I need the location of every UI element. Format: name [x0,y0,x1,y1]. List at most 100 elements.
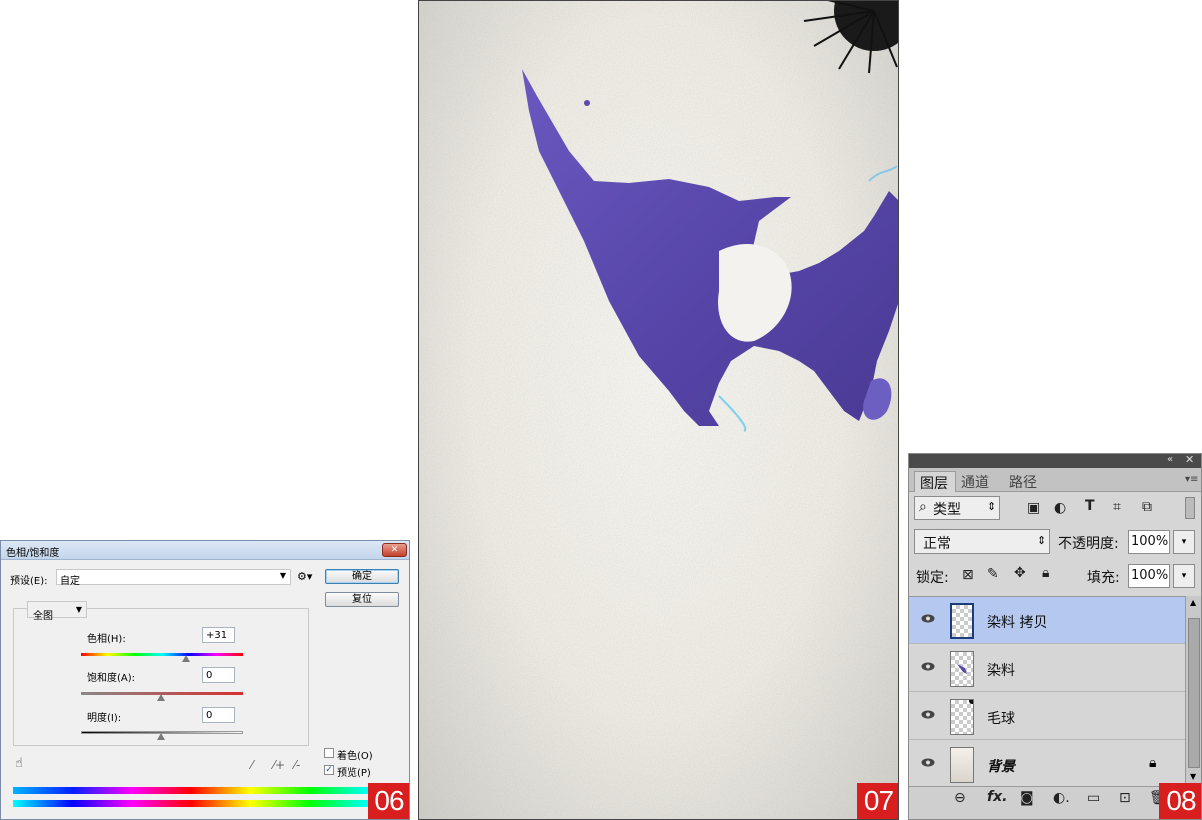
step-badge: 08 [1159,783,1201,819]
adjustment-layer-icon[interactable]: ◐. [1053,790,1070,806]
opacity-label: 不透明度: [1058,536,1119,552]
hue-input[interactable]: +31 [202,627,235,643]
reset-button[interactable]: 复位 [325,592,399,607]
preset-label: 预设(E): [10,576,48,587]
saturation-input[interactable]: 0 [202,667,235,683]
updown-icon: ⇕ [1037,534,1047,547]
gear-icon[interactable]: ⚙▾ [297,570,312,583]
fill-label: 填充: [1087,570,1120,586]
layer-list: 染料 拷贝 染料 毛球 背景 🔒︎ [909,596,1201,788]
tab-layers[interactable]: 图层 [914,471,956,492]
close-button[interactable]: ✕ [382,543,407,557]
hue-saturation-dialog: 色相/饱和度 ✕ 预设(E): 自定 ▼ ⚙▾ 确定 复位 全图 ▼ 色相(H)… [0,540,410,820]
ok-button[interactable]: 确定 [325,569,399,584]
input-color-bar [13,787,369,794]
fill-input[interactable]: 100% [1128,564,1170,588]
layer-name: 毛球 [987,711,1015,727]
visibility-eye-icon[interactable] [921,758,935,767]
filter-kind-value: 类型 [933,502,961,518]
visibility-eye-icon[interactable] [921,614,935,623]
document-canvas[interactable]: 07 [418,0,899,820]
layer-row[interactable]: 染料 [909,645,1185,692]
colorize-label: 着色(O) [337,751,373,762]
layer-row[interactable]: 背景 🔒︎ [909,741,1185,788]
layer-thumbnail [950,603,974,639]
saturation-slider-thumb[interactable] [157,694,165,701]
hue-slider-track[interactable] [81,653,243,656]
collapse-icon[interactable]: « [1167,454,1173,465]
blend-mode-value: 正常 [923,536,951,552]
eyedropper-minus-icon[interactable]: ⁄- [294,758,300,772]
adjustment-group [13,608,309,746]
add-mask-icon[interactable]: ◙ [1020,790,1034,806]
grain-texture [419,1,898,819]
layer-name: 背景 [987,759,1015,775]
search-icon: ⌕ [919,499,927,515]
hue-label: 色相(H): [87,634,126,645]
eyedropper-plus-icon[interactable]: ⁄+ [273,758,285,772]
layers-panel: « ✕ 图层 通道 路径 ▾≡ ⌕ 类型 ⇕ ▣ ◐ T ⌗ ⧉ 正常 ⇕ 不透… [908,453,1202,820]
channel-select[interactable]: 全图 ▼ [27,601,87,622]
layer-thumbnail [950,747,974,783]
output-color-bar [13,800,369,807]
lightness-input[interactable]: 0 [202,707,235,723]
preset-value: 自定 [60,576,80,587]
layer-thumbnail [950,699,974,735]
type-filter-icon[interactable]: T [1085,498,1095,514]
adjustment-filter-icon[interactable]: ◐ [1054,500,1066,516]
opacity-dropdown[interactable]: ▾ [1173,530,1195,554]
layer-thumbnail [950,651,974,687]
preview-label: 预览(P) [337,768,371,779]
lock-position-icon[interactable]: ✥ [1014,565,1026,581]
preview-checkbox[interactable]: ✓ [324,765,334,775]
lock-all-icon[interactable]: 🔒︎ [1042,565,1049,581]
scroll-thumb[interactable] [1188,618,1200,768]
layer-row[interactable]: 染料 拷贝 [909,597,1185,644]
step-badge: 06 [368,783,409,819]
artwork [419,1,898,819]
chevron-down-icon: ▼ [279,571,286,580]
lock-label: 锁定: [916,570,949,586]
lock-icon: 🔒︎ [1149,755,1157,771]
scroll-up-icon[interactable]: ▲ [1190,598,1196,607]
dialog-titlebar[interactable]: 色相/饱和度 ✕ [1,541,409,560]
updown-icon: ⇕ [987,500,997,513]
hand-adjust-icon[interactable]: ☝ [15,756,23,771]
tab-paths[interactable]: 路径 [1009,472,1037,492]
lightness-slider-thumb[interactable] [157,733,165,740]
filter-kind-select[interactable]: ⌕ 类型 ⇕ [914,496,1000,520]
link-layers-icon[interactable]: ⊖ [954,790,966,806]
panel-menu-icon[interactable]: ▾≡ [1185,474,1198,485]
image-filter-icon[interactable]: ▣ [1027,500,1040,516]
tab-channels[interactable]: 通道 [961,472,989,492]
visibility-eye-icon[interactable] [921,710,935,719]
fx-icon[interactable]: fx. [987,789,1007,805]
eyedropper-icon[interactable]: ⁄ [251,758,253,772]
fill-dropdown[interactable]: ▾ [1173,564,1195,588]
new-group-icon[interactable]: ▭ [1087,790,1100,806]
filter-toggle[interactable] [1185,497,1195,519]
lock-transparency-icon[interactable]: ⊠ [962,567,974,583]
opacity-input[interactable]: 100% [1128,530,1170,554]
channel-value: 全图 [33,611,53,622]
shape-filter-icon[interactable]: ⌗ [1113,499,1121,515]
new-layer-icon[interactable]: ⊡ [1119,790,1131,806]
layer-row[interactable]: 毛球 [909,693,1185,740]
saturation-label: 饱和度(A): [87,673,136,684]
colorize-checkbox[interactable] [324,748,334,758]
preset-select[interactable]: 自定 ▼ [56,569,291,587]
close-icon[interactable]: ✕ [1185,454,1194,466]
blend-mode-select[interactable]: 正常 ⇕ [914,529,1050,554]
hue-slider-thumb[interactable] [182,655,190,662]
layer-name: 染料 拷贝 [987,615,1048,631]
layer-scrollbar[interactable]: ▲ ▼ [1185,596,1201,786]
smartobject-filter-icon[interactable]: ⧉ [1142,499,1152,515]
dialog-title: 色相/饱和度 [6,548,60,559]
lock-paint-icon[interactable]: ✎ [987,566,999,582]
layer-name: 染料 [987,663,1015,679]
scroll-down-icon[interactable]: ▼ [1190,772,1196,781]
panel-header[interactable]: « ✕ [909,454,1201,468]
paint-thumbnail-icon [957,664,967,674]
furball-thumbnail-icon [969,700,973,704]
visibility-eye-icon[interactable] [921,662,935,671]
